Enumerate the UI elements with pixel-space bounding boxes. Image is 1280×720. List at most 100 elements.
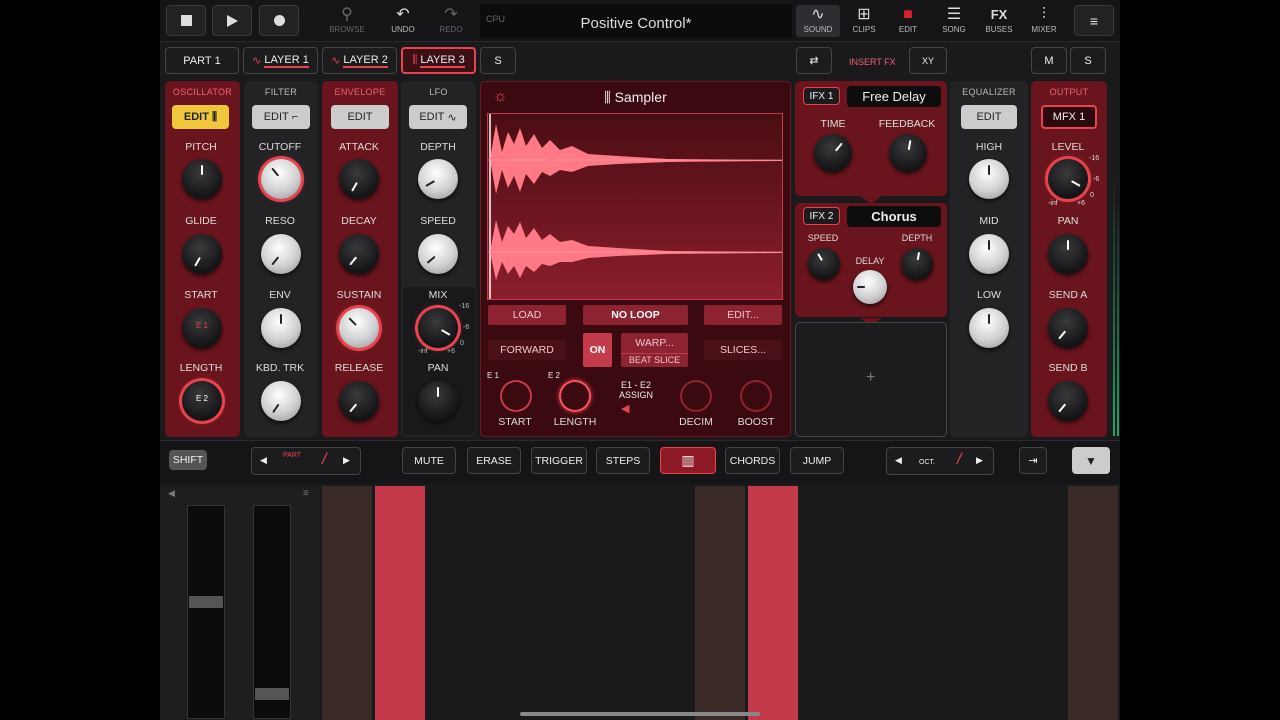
eq-edit-button[interactable]: EDIT (961, 105, 1017, 129)
slices-button[interactable]: SLICES... (704, 340, 782, 360)
out-pan-knob[interactable] (1048, 234, 1088, 274)
pan-knob[interactable] (418, 381, 458, 421)
depth-knob[interactable] (418, 159, 458, 199)
ifx2-type[interactable]: Chorus (847, 206, 941, 227)
key-pad[interactable] (482, 486, 532, 720)
release-knob[interactable] (339, 381, 379, 421)
pitch-knob[interactable] (182, 159, 222, 199)
boost-knob[interactable] (740, 380, 772, 412)
menu-button[interactable]: ≡ (1074, 5, 1114, 36)
sampler-start-knob[interactable] (500, 380, 532, 412)
waveform-display[interactable] (487, 113, 783, 300)
ifx1-feedback-knob[interactable] (889, 134, 927, 172)
layer2-button[interactable]: ∿ LAYER 2 (322, 47, 397, 74)
mix-knob[interactable] (418, 308, 458, 348)
key-pad[interactable] (855, 486, 905, 720)
keyboard-button[interactable]: ▥ (660, 447, 716, 474)
wheels-menu-icon[interactable]: ≡ (303, 488, 309, 499)
title-display[interactable]: CPU Positive Control* (480, 4, 792, 38)
key-pad[interactable] (641, 486, 691, 720)
send-b-knob[interactable] (1048, 381, 1088, 421)
speed-knob[interactable] (418, 234, 458, 274)
jump-button[interactable]: JUMP (790, 447, 844, 474)
low-knob[interactable] (969, 308, 1009, 348)
ifx1-type[interactable]: Free Delay (847, 86, 941, 107)
collapse-left-icon[interactable]: ◀ (168, 488, 175, 499)
chords-button[interactable]: CHORDS (725, 447, 780, 474)
env-knob[interactable] (261, 308, 301, 348)
part-next-icon[interactable]: ▶ (343, 455, 350, 466)
sound-tab[interactable]: ∿ SOUND (796, 5, 840, 37)
send-a-knob[interactable] (1048, 308, 1088, 348)
ifx2-speed-knob[interactable] (808, 248, 840, 280)
mod-wheel-thumb[interactable] (255, 688, 289, 700)
start-knob[interactable]: E 1 (182, 308, 222, 348)
fx-buses-tab[interactable]: FX BUSES (977, 5, 1021, 37)
mid-knob[interactable] (969, 234, 1009, 274)
layer-solo-button[interactable]: S (480, 47, 516, 74)
key-pad[interactable] (322, 486, 372, 720)
length-knob[interactable]: E 2 (182, 381, 222, 421)
pitch-wheel-thumb[interactable] (189, 596, 223, 608)
cutoff-knob[interactable] (261, 159, 301, 199)
ifx2-tag[interactable]: IFX 2 (803, 207, 840, 225)
mute-button[interactable]: M (1031, 47, 1067, 74)
stop-button[interactable] (166, 5, 206, 36)
octave-up-icon[interactable]: ▶ (976, 455, 983, 466)
erase-button[interactable]: ERASE (467, 447, 521, 474)
filter-edit-button[interactable]: EDIT ⌐ (252, 105, 310, 129)
attack-knob[interactable] (339, 159, 379, 199)
layer1-button[interactable]: ∿ LAYER 1 (243, 47, 318, 74)
key-pad[interactable] (588, 486, 638, 720)
key-pad[interactable] (802, 486, 852, 720)
undo-button[interactable]: ↶ UNDO (381, 5, 425, 37)
glide-knob[interactable] (182, 234, 222, 274)
mute-mode-button[interactable]: MUTE (402, 447, 456, 474)
collapse-button[interactable]: ▼ (1072, 447, 1110, 474)
ifx2-depth-knob[interactable] (901, 248, 933, 280)
key-pad[interactable] (1015, 486, 1065, 720)
record-button[interactable] (259, 5, 299, 36)
solo-button[interactable]: S (1070, 47, 1106, 74)
mfx-button[interactable]: MFX 1 (1041, 105, 1097, 129)
sampler-length-knob[interactable] (559, 380, 591, 412)
decay-knob[interactable] (339, 234, 379, 274)
kbd-trk-knob[interactable] (261, 381, 301, 421)
key-pad[interactable] (375, 486, 425, 720)
ifx1-time-knob[interactable] (814, 134, 852, 172)
octave-down-icon[interactable]: ◀ (895, 455, 902, 466)
warp-on-button[interactable]: ON (583, 333, 612, 367)
key-pad[interactable] (428, 486, 478, 720)
reso-knob[interactable] (261, 234, 301, 274)
clips-tab[interactable]: ⊞ CLIPS (842, 5, 886, 37)
lfo-edit-button[interactable]: EDIT ∿ (409, 105, 467, 129)
pitch-wheel[interactable] (187, 505, 225, 719)
sustain-knob[interactable] (339, 308, 379, 348)
trigger-button[interactable]: TRIGGER (531, 447, 587, 474)
mod-wheel[interactable] (253, 505, 291, 719)
edit-tab[interactable]: ■ EDIT (886, 5, 930, 37)
song-tab[interactable]: ☰ SONG (932, 5, 976, 37)
mixer-tab[interactable]: ⫶ MIXER (1022, 5, 1066, 37)
warp-button[interactable]: WARP... BEAT SLICE (621, 333, 688, 367)
empty-fx-slot[interactable]: + (795, 322, 947, 437)
high-knob[interactable] (969, 159, 1009, 199)
sample-edit-button[interactable]: EDIT... (704, 305, 782, 325)
octave-selector[interactable]: ◀ OCT. / ▶ (886, 447, 994, 475)
layer3-button[interactable]: ⫼ LAYER 3 (401, 47, 476, 74)
ifx1-tag[interactable]: IFX 1 (803, 87, 840, 105)
forward-button[interactable]: FORWARD (488, 340, 566, 360)
shuffle-button[interactable]: ⇄ (796, 47, 832, 74)
assign-arrow-icon[interactable]: ◀ (621, 402, 629, 415)
key-pad[interactable] (908, 486, 958, 720)
shift-button[interactable]: SHIFT (169, 450, 207, 470)
decim-knob[interactable] (680, 380, 712, 412)
key-pad[interactable] (748, 486, 798, 720)
redo-button[interactable]: ↷ REDO (429, 5, 473, 37)
pitch-bend-mode-button[interactable]: ⇥ (1019, 447, 1047, 474)
level-knob[interactable] (1048, 159, 1088, 199)
osc-edit-button[interactable]: EDIT ⫼ (172, 105, 229, 129)
part-button[interactable]: PART 1 (165, 47, 239, 74)
ifx2-delay-knob[interactable] (853, 270, 887, 304)
key-pad[interactable] (695, 486, 745, 720)
